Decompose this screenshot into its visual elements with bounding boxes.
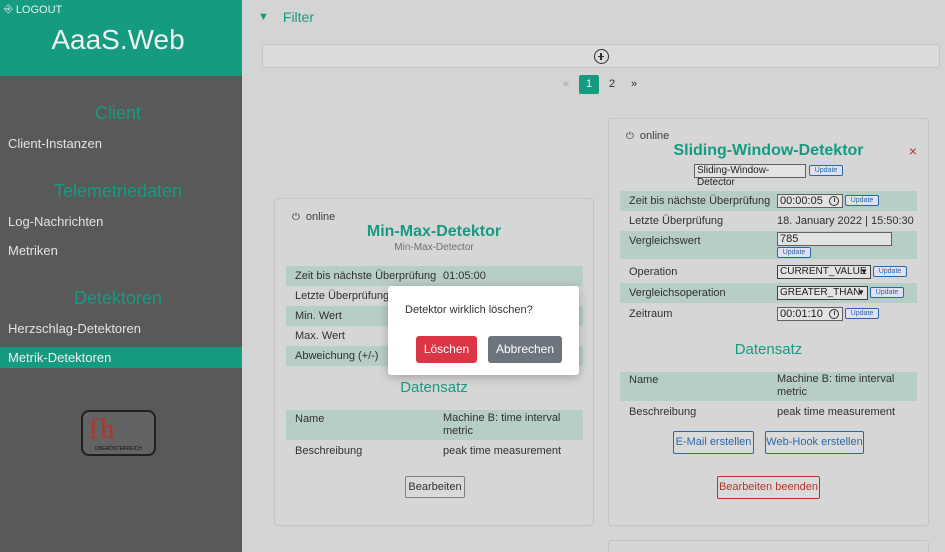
modal-backdrop: [0, 0, 945, 552]
confirm-delete-button[interactable]: Löschen: [416, 336, 477, 363]
dialog-message: Detektor wirklich löschen?: [405, 304, 533, 316]
cancel-button[interactable]: Abbrechen: [488, 336, 562, 363]
confirm-delete-dialog: Detektor wirklich löschen? Löschen Abbre…: [388, 286, 579, 375]
